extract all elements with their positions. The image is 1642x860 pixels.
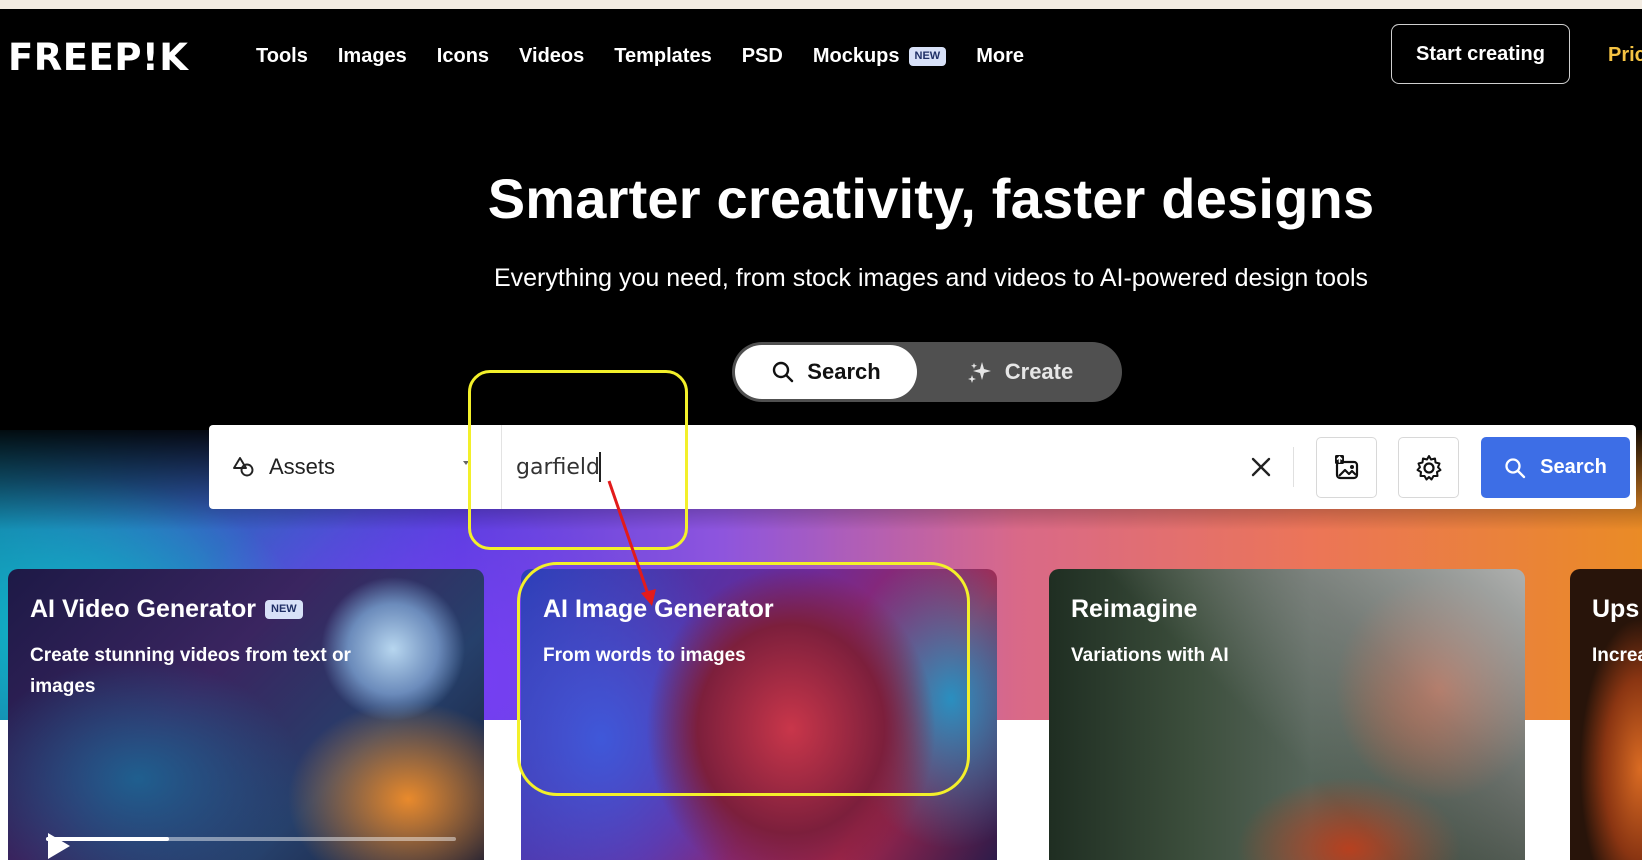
new-badge: NEW xyxy=(265,599,303,619)
search-by-image-button[interactable] xyxy=(1316,437,1377,498)
search-create-toggle: Search Create xyxy=(732,342,1122,402)
nav-item-templates[interactable]: Templates xyxy=(614,42,711,70)
card-title: Reimagine xyxy=(1071,595,1198,623)
nav-item-mockups[interactable]: Mockups NEW xyxy=(812,42,947,70)
nav-item-icons[interactable]: Icons xyxy=(437,42,489,70)
search-submit-button[interactable]: Search xyxy=(1481,437,1630,498)
hero-subtitle: Everything you need, from stock images a… xyxy=(493,264,1369,292)
close-icon xyxy=(1251,457,1271,477)
browser-top-strip xyxy=(0,0,1642,9)
top-navigation: FREEP!K Tools Images Icons Videos Templa… xyxy=(0,9,1642,97)
freepik-logo[interactable]: FREEP!K xyxy=(8,35,188,81)
asset-type-dropdown[interactable]: Assets xyxy=(209,425,502,509)
clear-search-button[interactable] xyxy=(1243,449,1279,485)
search-icon xyxy=(1505,457,1526,478)
nav-item-videos[interactable]: Videos xyxy=(519,42,584,70)
hero-title: Smarter creativity, faster designs xyxy=(487,167,1375,230)
card-title: AI Video Generator NEW xyxy=(30,593,303,625)
sparkles-icon xyxy=(967,362,991,383)
mode-create-label: Create xyxy=(1004,359,1074,384)
video-progress-bar[interactable] xyxy=(46,837,456,841)
start-creating-button[interactable]: Start creating xyxy=(1391,24,1570,84)
nav-item-mockups-label: Mockups xyxy=(812,45,900,67)
card-description: Create stunning videos from text or imag… xyxy=(30,645,351,697)
card-ai-video-generator[interactable]: AI Video Generator NEW Create stunning v… xyxy=(8,569,484,860)
mode-search-label: Search xyxy=(807,359,881,384)
card-description: Increa xyxy=(1592,645,1642,666)
image-upload-icon xyxy=(1334,454,1358,479)
gear-icon xyxy=(1416,454,1441,480)
new-badge: NEW xyxy=(908,46,947,66)
search-settings-button[interactable] xyxy=(1398,437,1459,498)
nav-item-tools[interactable]: Tools xyxy=(256,42,308,70)
mode-create-button[interactable]: Create xyxy=(922,345,1118,399)
nav-item-psd[interactable]: PSD xyxy=(742,42,783,70)
search-icon xyxy=(773,361,794,383)
video-progress-fill xyxy=(46,837,169,841)
nav-item-images[interactable]: Images xyxy=(338,42,407,70)
annotation-highlight-ai-image-card xyxy=(517,562,970,796)
nav-links: Tools Images Icons Videos Templates PSD … xyxy=(256,42,1054,70)
card-upscaler[interactable]: Ups Increa xyxy=(1570,569,1642,860)
nav-item-more[interactable]: More xyxy=(976,42,1024,70)
search-submit-label: Search xyxy=(1540,456,1607,478)
nav-item-pricing[interactable]: Pric xyxy=(1608,41,1642,69)
card-title: Ups xyxy=(1592,595,1640,623)
search-bar: Assets Search xyxy=(209,425,1636,509)
card-description: Variations with AI xyxy=(1071,645,1229,666)
annotation-highlight-search-input xyxy=(468,370,688,550)
search-divider xyxy=(1293,447,1294,487)
asset-type-label: Assets xyxy=(269,454,336,479)
shapes-icon xyxy=(233,457,254,477)
card-title-text: AI Video Generator xyxy=(30,595,256,623)
mode-search-button[interactable]: Search xyxy=(735,345,917,399)
card-reimagine[interactable]: Reimagine Variations with AI xyxy=(1049,569,1525,860)
